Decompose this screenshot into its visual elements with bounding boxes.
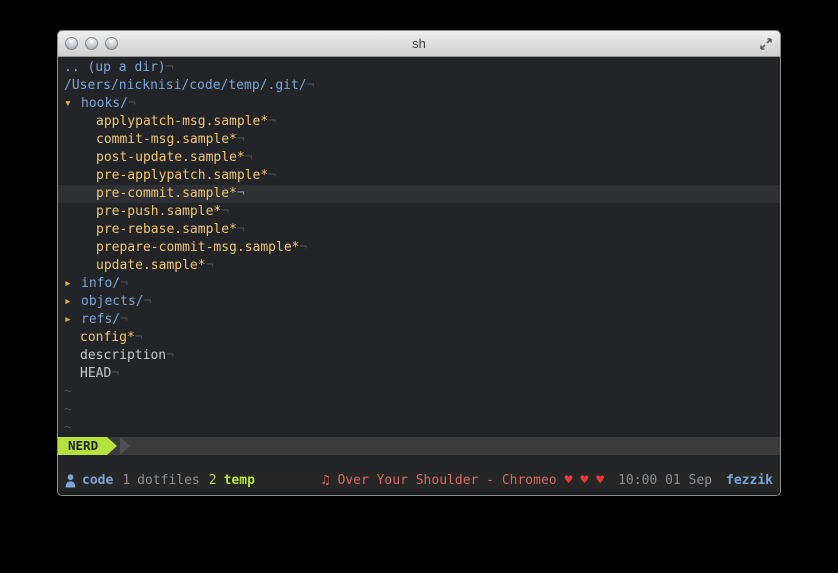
- tree-node-label: refs/: [81, 312, 121, 327]
- tree-node-label: update.sample*: [96, 258, 206, 273]
- nerdtree-mode-badge: NERD: [58, 437, 108, 455]
- traffic-lights: [65, 37, 118, 50]
- tree-line[interactable]: ▸ objects/¬: [58, 293, 780, 311]
- tmux-window-index: 2: [208, 473, 217, 488]
- song-title: Over Your Shoulder - Chromeo: [337, 473, 557, 488]
- tree-line[interactable]: commit-msg.sample*¬: [58, 131, 780, 149]
- clock-date: 10:00 01 Sep: [618, 473, 713, 488]
- tree-node-label: pre-push.sample*: [96, 204, 222, 219]
- empty-buffer-line: ~: [64, 402, 72, 417]
- linebreak-glyph: ¬: [236, 222, 245, 237]
- terminal-screen[interactable]: .. (up a dir)¬/Users/nicknisi/code/temp/…: [58, 57, 780, 495]
- fullscreen-icon: [760, 38, 772, 50]
- tree-line[interactable]: /Users/nicknisi/code/temp/.git/¬: [58, 77, 780, 95]
- linebreak-glyph: ¬: [268, 168, 277, 183]
- tree-node-label: pre-rebase.sample*: [96, 222, 237, 237]
- tree-line[interactable]: ▸ refs/¬: [58, 311, 780, 329]
- tree-line[interactable]: prepare-commit-msg.sample*¬: [58, 239, 780, 257]
- music-note-icon: ♫: [321, 473, 330, 488]
- linebreak-glyph: ¬: [221, 204, 230, 219]
- powerline-arrow-icon: [120, 437, 131, 455]
- tmux-window-name: temp: [223, 473, 255, 488]
- dir-closed-arrow-icon[interactable]: ▸: [64, 311, 81, 329]
- tmux-window-name: dotfiles: [137, 473, 200, 488]
- tree-line[interactable]: description¬: [58, 347, 780, 365]
- powerline-arrow-icon: [107, 437, 118, 455]
- tree-node-label: .. (up a dir): [64, 60, 166, 75]
- heart-rating: ♥ ♥ ♥: [565, 472, 604, 490]
- linebreak-glyph: ¬: [120, 312, 128, 327]
- tree-node-label: description: [80, 348, 167, 363]
- tree-node-label: pre-applypatch.sample*: [96, 168, 269, 183]
- fullscreen-button[interactable]: [758, 36, 774, 52]
- tree-node-label: hooks/: [81, 96, 128, 111]
- tree-line[interactable]: HEAD¬: [58, 365, 780, 383]
- tree-line[interactable]: pre-applypatch.sample*¬: [58, 167, 780, 185]
- tree-line[interactable]: post-update.sample*¬: [58, 149, 780, 167]
- terminal-bottom-padding: [58, 491, 780, 495]
- tree-node-label: /Users/nicknisi/code/temp/.git/: [64, 78, 307, 93]
- dir-closed-arrow-icon[interactable]: ▸: [64, 293, 81, 311]
- person-icon: [65, 474, 76, 488]
- empty-buffer-line: ~: [64, 420, 72, 435]
- linebreak-glyph: ¬: [127, 96, 136, 111]
- hostname: fezzik: [726, 473, 773, 488]
- heart-icon: ♥: [596, 473, 605, 488]
- heart-icon: ♥: [564, 473, 573, 488]
- linebreak-glyph: ¬: [134, 330, 143, 345]
- heart-icon: ♥: [580, 473, 589, 488]
- zoom-button[interactable]: [105, 37, 118, 50]
- tree-node-label: objects/: [81, 294, 144, 309]
- linebreak-glyph: ¬: [205, 258, 214, 273]
- terminal-window: sh .. (up a dir)¬/Users/nicknisi/code/te…: [57, 30, 781, 496]
- tmux-statusbar: code 1 dotfiles 2 temp ♫ Over Your Shoulder…: [58, 471, 780, 491]
- tmux-window-list: 1 dotfiles 2 temp: [122, 472, 264, 490]
- tree-line[interactable]: config*¬: [58, 329, 780, 347]
- vim-statusline: NERD: [58, 437, 780, 455]
- tree-line[interactable]: ▾ hooks/¬: [58, 95, 780, 113]
- tree-node-label: config*: [80, 330, 135, 345]
- linebreak-glyph: ¬: [236, 186, 245, 201]
- linebreak-glyph: ¬: [236, 132, 245, 147]
- linebreak-glyph: ¬: [120, 276, 128, 291]
- tree-line[interactable]: .. (up a dir)¬: [58, 59, 780, 77]
- tmux-window-item[interactable]: 2 temp: [209, 473, 255, 488]
- linebreak-glyph: ¬: [268, 114, 277, 129]
- tree-line[interactable]: update.sample*¬: [58, 257, 780, 275]
- tree-line[interactable]: pre-push.sample*¬: [58, 203, 780, 221]
- window-titlebar[interactable]: sh: [58, 31, 780, 57]
- tree-line[interactable]: pre-commit.sample*¬: [58, 185, 780, 203]
- close-button[interactable]: [65, 37, 78, 50]
- linebreak-glyph: ¬: [299, 240, 308, 255]
- linebreak-glyph: ¬: [143, 294, 152, 309]
- window-title: sh: [412, 36, 426, 51]
- linebreak-glyph: ¬: [244, 150, 253, 165]
- linebreak-glyph: ¬: [166, 348, 174, 363]
- tree-line[interactable]: pre-rebase.sample*¬: [58, 221, 780, 239]
- tmux-window-index: 1: [122, 473, 131, 488]
- linebreak-glyph: ¬: [111, 366, 120, 381]
- dir-open-arrow-icon[interactable]: ▾: [64, 95, 81, 113]
- tree-node-label: applypatch-msg.sample*: [96, 114, 269, 129]
- tree-node-label: HEAD: [80, 366, 112, 381]
- session-name: code: [82, 473, 114, 488]
- linebreak-glyph: ¬: [306, 78, 315, 93]
- vim-commandline: [58, 455, 780, 471]
- tree-node-label: commit-msg.sample*: [96, 132, 237, 147]
- tree-node-label: pre-commit.sample*: [96, 186, 237, 201]
- tree-node-label: prepare-commit-msg.sample*: [96, 240, 300, 255]
- nerdtree-pane: .. (up a dir)¬/Users/nicknisi/code/temp/…: [58, 57, 780, 437]
- tree-line[interactable]: applypatch-msg.sample*¬: [58, 113, 780, 131]
- tree-line[interactable]: ▸ info/¬: [58, 275, 780, 293]
- minimize-button[interactable]: [85, 37, 98, 50]
- empty-buffer-line: ~: [64, 384, 72, 399]
- tmux-status-right: ♫ Over Your Shoulder - Chromeo ♥ ♥ ♥ 10:00…: [322, 472, 773, 490]
- tree-node-label: info/: [81, 276, 121, 291]
- dir-closed-arrow-icon[interactable]: ▸: [64, 275, 81, 293]
- linebreak-glyph: ¬: [165, 60, 174, 75]
- tmux-window-item[interactable]: 1 dotfiles: [122, 473, 199, 488]
- tree-node-label: post-update.sample*: [96, 150, 245, 165]
